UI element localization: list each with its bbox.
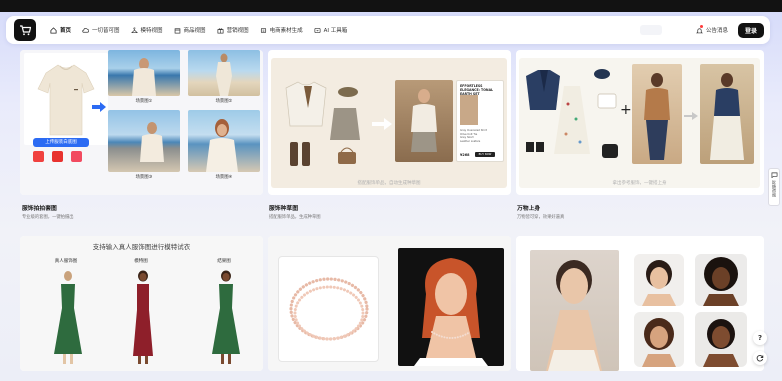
tshirt-product-image [24,53,108,145]
portrait-variant-4 [695,312,747,367]
real-garment-figure [54,271,82,364]
source-portrait-photo [530,250,619,371]
upload-white-bg-button[interactable]: 上传服装白底图 [33,138,89,147]
card-try-on[interactable]: + 拿出参考服饰，一键搭上身 [516,50,764,195]
model-figure [133,270,153,364]
arrow-right-icon [372,118,392,130]
arrow-right-icon [684,112,698,120]
taobao-icon [33,151,44,162]
nav-item-model-view[interactable]: 模特视图 [130,26,163,34]
nav-item-label: 商品视图 [183,28,206,34]
login-button[interactable]: 登录 [737,22,764,38]
portrait-variant-1 [634,254,684,306]
card-hint-try-on: 拿出参考服饰，一键搭上身 [612,181,667,186]
scene-photo-4 [188,110,260,172]
plus-icon: + [620,102,632,118]
nav-placeholder [639,25,662,35]
layers-icon [260,27,266,33]
product-detail-card: EFFORTLESS ELEGANCE: TONAL EARTH SET Gra… [456,80,504,162]
card-subtitle-clothing-sketch: 搭配服饰单品，生成种草图 [269,215,321,220]
hanger-icon [130,26,138,33]
scene-caption-4: 场景图④ [215,175,233,180]
card-title-try-on[interactable]: 万物上身 [517,203,540,212]
notice-badge [699,25,703,28]
flatlay-items-illustration [285,81,360,166]
scene-photo-1 [108,50,180,96]
nav-item-product-view[interactable]: 商品视图 [174,26,206,34]
card-model-tryon[interactable]: 支持输入真人服饰图进行模特试衣 真人服饰图 模特图 结果图 [20,236,263,371]
nav-item-label: 一切皆可图 [92,28,120,34]
card-jewelry-model[interactable] [268,236,511,371]
top-navbar: 首页 一切皆可图 模特视图 商品视图 营销视图 电商素材生成 AI 工具箱 公告… [6,16,770,44]
scene-photo-3 [108,110,180,172]
necklace-product-photo [278,256,379,362]
nav-item-label: 首页 [60,28,72,34]
card-subtitle-clothing-shot: 专业级的套图，一键拍摄出 [22,215,74,220]
redbook-icon [71,151,82,162]
try-on-result-photo [700,64,754,164]
help-button[interactable]: ? [753,331,767,345]
card-clothing-sketch[interactable]: EFFORTLESS ELEGANCE: TONAL EARTH SET Gra… [268,50,511,195]
model-tryon-headline: 支持输入真人服饰图进行模特试衣 [92,243,191,251]
buy-now-button[interactable]: BUY NOW [475,152,495,157]
model-wearing-necklace-photo [398,248,504,366]
box-icon [174,27,180,33]
nav-item-ecommerce-assets[interactable]: 电商素材生成 [260,26,303,34]
gift-icon [217,27,224,33]
app-logo[interactable] [14,19,36,41]
label-real-garment: 真人服饰图 [54,259,78,264]
person-photo [632,64,682,164]
notice-label: 公告消息 [705,28,728,34]
product-card-price: ¥268 [460,153,470,157]
label-model: 模特图 [134,259,148,264]
nav-item-label: 模特视图 [140,28,163,34]
outfit-model-photo [395,80,453,162]
scene-caption-1: 场景图① [135,99,153,104]
nav-item-label: 电商素材生成 [269,28,303,34]
portrait-variant-3 [634,312,684,367]
home-icon [50,26,57,34]
nav-item-home[interactable]: 首页 [50,26,71,34]
scene-caption-2: 场景图② [215,99,233,104]
tmall-icon [52,151,63,162]
card-portrait[interactable] [516,236,764,371]
nav-item-marketing-view[interactable]: 营销视图 [217,26,249,34]
nav-item-ai-toolbox[interactable]: AI 工具箱 [314,26,348,34]
card-title-clothing-shot[interactable]: 服饰拍拍套图 [22,203,57,212]
card-title-clothing-sketch[interactable]: 服饰种草图 [269,203,298,212]
notice-button[interactable]: 公告消息 [695,25,728,34]
scene-photo-2 [188,50,260,96]
feedback-widget[interactable]: 反馈咨询 [768,168,780,206]
cloud-icon [82,27,90,33]
refresh-button[interactable] [753,351,767,365]
portrait-variant-2 [695,254,747,306]
result-figure [212,270,240,364]
scene-caption-3: 场景图③ [135,175,153,180]
reference-items-illustration [526,69,618,158]
cart-icon [20,24,31,35]
product-card-bullets: Gray Oversized Shirt Olive Knit Tie Grey… [460,129,487,143]
nav-item-label: 营销视图 [226,28,249,34]
nav-item-label: AI 工具箱 [323,28,348,34]
card-hint-clothing-sketch: 搭配服饰单品，自动生成种草图 [357,181,421,186]
nav-menu: 首页 一切皆可图 模特视图 商品视图 营销视图 电商素材生成 AI 工具箱 [50,26,347,34]
product-card-image [460,95,478,125]
label-result: 结果图 [217,259,231,264]
browser-top-strip [0,0,782,12]
card-clothing-shot[interactable]: 上传服装白底图 场景图① 场景图② 场景图③ 场景图④ [20,50,263,195]
ai-icon [314,27,321,33]
arrow-right-icon [92,102,106,112]
card-subtitle-try-on: 万物皆可穿，效果好逼真 [517,215,565,220]
refresh-icon [756,355,764,362]
feedback-label: 反馈咨询 [772,180,777,197]
chat-icon [771,172,777,178]
nav-item-all-images[interactable]: 一切皆可图 [82,26,120,34]
